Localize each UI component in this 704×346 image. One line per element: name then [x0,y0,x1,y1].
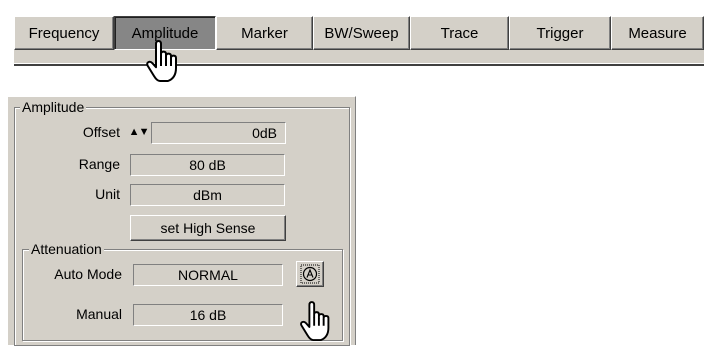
unit-label: Unit [95,186,120,202]
tab-bw-sweep[interactable]: BW/Sweep [313,16,410,50]
amplitude-group-title: Amplitude [20,99,87,115]
auto-a-icon [300,264,320,284]
attenuation-group-title: Attenuation [29,241,104,257]
arrow-down-icon: ▼ [138,125,150,138]
attenuation-groupbox [22,249,343,341]
hand-pointer-cursor-icon [146,40,177,82]
manual-label: Manual [76,306,122,322]
unit-field[interactable]: dBm [130,184,285,206]
auto-mode-button[interactable] [296,261,324,287]
offset-spin-down-button[interactable]: ▼ [138,123,150,141]
strip-shadow-line [14,64,704,66]
toolbar: Frequency Amplitude Marker BW/Sweep Trac… [0,0,704,66]
tab-frequency[interactable]: Frequency [14,16,114,50]
hand-pointer-cursor-icon [300,301,330,341]
range-field[interactable]: 80 dB [130,154,285,176]
offset-input[interactable]: 0dB [151,122,286,144]
set-high-sense-button[interactable]: set High Sense [130,215,286,241]
auto-mode-field[interactable]: NORMAL [133,264,283,286]
offset-label: Offset [82,124,120,140]
tab-marker[interactable]: Marker [216,16,313,50]
tab-trace[interactable]: Trace [410,16,509,50]
tab-trigger[interactable]: Trigger [509,16,611,50]
menu-tab-strip: Frequency Amplitude Marker BW/Sweep Trac… [14,16,704,66]
manual-field[interactable]: 16 dB [133,304,283,326]
tab-measure[interactable]: Measure [611,16,704,50]
range-label: Range [78,156,120,172]
offset-spin-up-button[interactable]: ▲ [129,123,140,141]
auto-mode-label: Auto Mode [54,266,122,282]
